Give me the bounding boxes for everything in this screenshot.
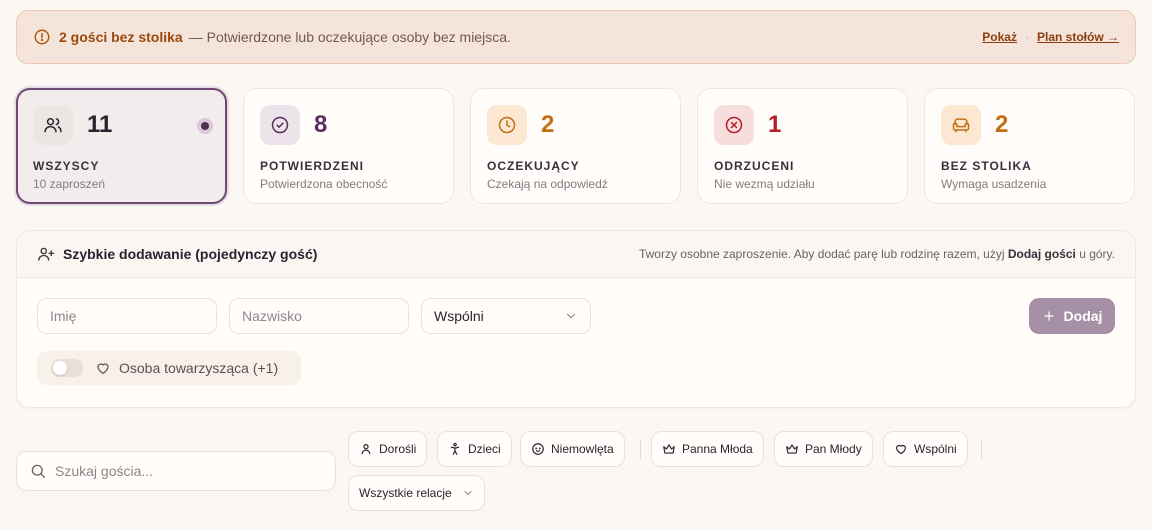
alert-description: — Potwierdzone lub oczekujące osoby bez … bbox=[188, 29, 511, 45]
stat-card-pending[interactable]: 2 OCZEKUJĄCY Czekają na odpowiedź bbox=[470, 88, 681, 204]
stat-card-declined[interactable]: 1 ODRZUCENI Nie wezmą udziału bbox=[697, 88, 908, 204]
stat-number: 1 bbox=[768, 111, 782, 138]
plus-icon bbox=[1042, 309, 1056, 323]
stat-number: 2 bbox=[995, 111, 1009, 138]
stat-card-all[interactable]: 11 WSZYSCY 10 zaproszeń bbox=[16, 88, 227, 204]
last-name-input[interactable] bbox=[229, 298, 409, 334]
alert-link-separator: · bbox=[1024, 30, 1029, 44]
stat-card-confirmed[interactable]: 8 POTWIERDZENI Potwierdzona obecność bbox=[243, 88, 454, 204]
filter-shared-label: Wspólni bbox=[914, 442, 957, 456]
hint-bold: Dodaj gości bbox=[1007, 247, 1076, 261]
filter-infants-label: Niemowlęta bbox=[551, 442, 614, 456]
clock-icon bbox=[487, 105, 527, 145]
filter-bride[interactable]: Panna Młoda bbox=[651, 431, 764, 467]
companion-label: Osoba towarzysząca (+1) bbox=[119, 360, 279, 376]
chevron-down-icon bbox=[564, 309, 578, 323]
companion-toggle[interactable] bbox=[51, 359, 83, 377]
seating-plan-link[interactable]: Plan stołów → bbox=[1037, 30, 1119, 44]
hint-suffix: u góry. bbox=[1079, 247, 1115, 261]
filter-separator bbox=[640, 439, 641, 459]
quick-add-header: Szybkie dodawanie (pojedynczy gość) Twor… bbox=[17, 231, 1135, 278]
stat-label: POTWIERDZENI bbox=[260, 159, 364, 173]
child-icon bbox=[448, 442, 462, 456]
stat-card-unseated[interactable]: 2 BEZ STOLIKA Wymaga usadzenia bbox=[924, 88, 1135, 204]
x-circle-icon bbox=[714, 105, 754, 145]
search-input[interactable] bbox=[55, 463, 323, 479]
stat-sub: 10 zaproszeń bbox=[33, 177, 106, 191]
stat-number: 2 bbox=[541, 111, 555, 138]
filter-adults[interactable]: Dorośli bbox=[348, 431, 428, 467]
stat-sub: Czekają na odpowiedź bbox=[487, 177, 608, 191]
filter-groom-label: Pan Młody bbox=[805, 442, 862, 456]
stat-label: BEZ STOLIKA bbox=[941, 159, 1032, 173]
heart-icon bbox=[95, 360, 111, 376]
show-unseated-link[interactable]: Pokaż bbox=[982, 30, 1017, 44]
stat-label: OCZEKUJĄCY bbox=[487, 159, 580, 173]
add-guest-label: Dodaj bbox=[1063, 308, 1103, 324]
relation-filter-value: Wszystkie relacje bbox=[359, 486, 452, 500]
search-icon bbox=[29, 462, 47, 480]
alert-title: 2 gości bez stolika bbox=[59, 29, 183, 45]
stat-number: 11 bbox=[87, 111, 113, 138]
quick-add-panel: Szybkie dodawanie (pojedynczy gość) Twor… bbox=[16, 230, 1136, 408]
add-guest-button[interactable]: Dodaj bbox=[1029, 298, 1115, 334]
filter-children[interactable]: Dzieci bbox=[437, 431, 512, 467]
crown-icon bbox=[785, 442, 799, 456]
hint-prefix: Tworzy osobne zaproszenie. Aby dodać par… bbox=[638, 247, 1005, 261]
stat-number: 8 bbox=[314, 111, 328, 138]
stat-label: ODRZUCENI bbox=[714, 159, 795, 173]
check-circle-icon bbox=[260, 105, 300, 145]
filter-adults-label: Dorośli bbox=[379, 442, 417, 456]
stat-sub: Wymaga usadzenia bbox=[941, 177, 1047, 191]
filter-separator bbox=[981, 439, 982, 459]
unseated-alert: 2 gości bez stolika — Potwierdzone lub o… bbox=[16, 10, 1136, 64]
guest-search bbox=[16, 451, 336, 491]
stat-sub: Nie wezmą udziału bbox=[714, 177, 815, 191]
filter-bride-label: Panna Młoda bbox=[682, 442, 753, 456]
baby-icon bbox=[531, 442, 545, 456]
filter-shared[interactable]: Wspólni bbox=[883, 431, 968, 467]
alert-circle-icon bbox=[33, 28, 51, 46]
relation-filter-select[interactable]: Wszystkie relacje bbox=[348, 475, 485, 511]
quick-add-hint: Tworzy osobne zaproszenie. Aby dodać par… bbox=[639, 247, 1115, 261]
person-icon bbox=[359, 442, 373, 456]
guest-stats: 11 WSZYSCY 10 zaproszeń 8 POTWIERDZENI P… bbox=[16, 88, 1135, 204]
companion-option: Osoba towarzysząca (+1) bbox=[37, 351, 301, 385]
sofa-icon bbox=[941, 105, 981, 145]
quick-add-title: Szybkie dodawanie (pojedynczy gość) bbox=[63, 246, 318, 262]
stat-label: WSZYSCY bbox=[33, 159, 100, 173]
relation-select-value: Wspólni bbox=[434, 308, 484, 324]
user-plus-icon bbox=[37, 245, 55, 263]
relation-select[interactable]: Wspólni bbox=[421, 298, 591, 334]
chevron-down-icon bbox=[462, 487, 474, 499]
selected-indicator bbox=[197, 118, 213, 134]
stat-sub: Potwierdzona obecność bbox=[260, 177, 388, 191]
filter-infants[interactable]: Niemowlęta bbox=[520, 431, 625, 467]
filter-children-label: Dzieci bbox=[468, 442, 501, 456]
heart-icon bbox=[894, 442, 908, 456]
users-icon bbox=[33, 105, 73, 145]
alert-links: Pokaż · Plan stołów → bbox=[982, 30, 1119, 44]
filter-groom[interactable]: Pan Młody bbox=[774, 431, 873, 467]
first-name-input[interactable] bbox=[37, 298, 217, 334]
crown-icon bbox=[662, 442, 676, 456]
